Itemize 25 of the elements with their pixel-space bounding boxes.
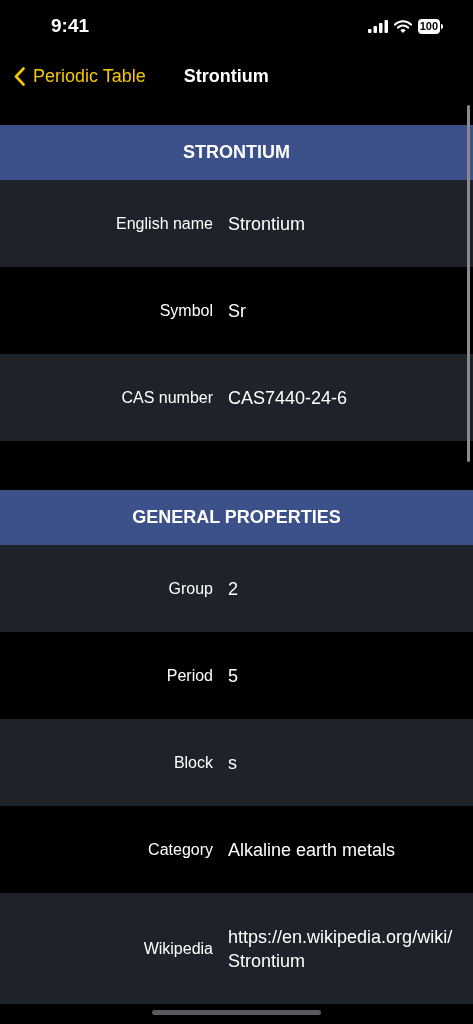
property-label: Period <box>165 666 213 685</box>
section-header: GENERAL PROPERTIES <box>0 490 473 545</box>
signal-icon <box>367 19 388 33</box>
property-label: Category <box>147 840 213 859</box>
battery-icon: 100 <box>417 18 443 34</box>
property-value: s <box>228 751 238 775</box>
property-label: Symbol <box>158 301 213 320</box>
back-chevron-icon <box>14 66 25 86</box>
wifi-icon <box>393 19 412 33</box>
property-value: 5 <box>228 664 239 688</box>
nav-title: Strontium <box>183 65 269 87</box>
property-label: English name <box>115 214 213 233</box>
status-time: 9:41 <box>51 15 90 37</box>
property-value: https://en.wikipedia.org/wiki/Strontium <box>228 925 453 973</box>
section-header: STRONTIUM <box>0 125 473 180</box>
property-label: CAS number <box>120 388 213 407</box>
property-value: Strontium <box>228 212 307 236</box>
property-value: Sr <box>228 299 247 323</box>
property-label: Group <box>167 579 213 598</box>
property-value: 2 <box>228 577 239 601</box>
property-value: Alkaline earth metals <box>228 838 397 862</box>
property-label: Wikipedia <box>142 939 213 958</box>
property-label: Block <box>172 753 213 772</box>
property-value: CAS7440-24-6 <box>228 386 349 410</box>
back-button[interactable]: Periodic Table <box>14 65 146 87</box>
